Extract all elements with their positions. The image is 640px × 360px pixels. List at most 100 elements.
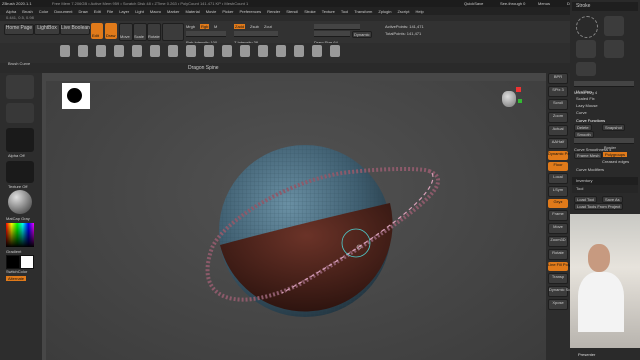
actual-button[interactable]: Actual [548,125,568,136]
delete-button[interactable]: Delete [574,124,592,131]
stroke-option-b-icon[interactable] [604,40,624,58]
secondary-color-swatch[interactable] [20,255,34,269]
menu-movie[interactable]: Movie [206,9,217,14]
stroke-option-a-icon[interactable] [576,40,596,58]
creased-edges-toggle[interactable]: Creased edges [602,159,629,164]
brush-claybuildup-icon[interactable] [78,45,88,57]
snapshot-button[interactable]: Snapshot [602,124,625,131]
lsym-button[interactable]: LSym [548,186,568,197]
border-button[interactable]: Border [604,145,616,150]
edit-button[interactable]: Edit [91,23,103,39]
frame-mesh-button[interactable]: Frame Mesh [574,152,603,159]
brush-clipcurve-icon[interactable] [312,45,322,57]
xpose-button[interactable]: Xpose [548,299,568,310]
brush-damstandard-icon[interactable] [96,45,106,57]
bpr-button[interactable]: BPR [548,73,568,84]
brush-trimdynamic-icon[interactable] [150,45,160,57]
menu-transform[interactable]: Transform [354,9,372,14]
dynamic-toggle[interactable]: Dynamic [352,31,372,38]
menu-brush[interactable]: Brush [22,9,32,14]
spix-button[interactable]: SPix 3 [548,86,568,97]
menu-layer[interactable]: Layer [119,9,129,14]
menu-tool[interactable]: Tool [341,9,348,14]
local-button[interactable]: Local [548,173,568,184]
curve-item[interactable]: Curve [576,110,587,115]
brush-snakehook-icon[interactable] [204,45,214,57]
brush-curvetube-icon[interactable] [240,45,250,57]
floor-button[interactable]: Floor [548,162,568,171]
curve-modifiers-section[interactable]: Curve Modifiers [576,167,604,172]
quicksave-button[interactable]: QuickSave [464,1,483,6]
curve-smoothness-slider[interactable]: Curve Smoothness 4 [574,138,634,152]
load-tool-button[interactable]: Load Tool [574,196,598,203]
zoom-button[interactable]: Zoom [548,112,568,123]
menu-render[interactable]: Render [267,9,280,14]
rotate-button[interactable]: Rotate [147,23,161,41]
alpha-thumbnail[interactable] [6,128,34,152]
menu-preferences[interactable]: Preferences [240,9,262,14]
zoom3d-button[interactable]: Zoom3D [548,236,568,247]
color-swatch-toolbar[interactable] [162,23,184,41]
draw-button[interactable]: Draw [105,23,117,39]
texture-thumbnail[interactable] [6,161,34,183]
lazy-mouse-item[interactable]: Lazy Mouse [576,103,598,108]
stroke-thumbnail[interactable] [6,103,34,123]
draw-size-slider[interactable]: Draw Size 64 [314,31,350,45]
menu-texture[interactable]: Texture [322,9,335,14]
persp-button[interactable]: Dynamic Persp [548,151,575,160]
scroll-button[interactable]: Scroll [548,99,568,110]
scale-button[interactable]: Scale [133,23,147,41]
move-view-button[interactable]: Move [548,223,568,234]
modifiers-section[interactable]: Modifiers [576,89,592,94]
color-picker[interactable] [6,223,34,247]
inventory-header[interactable]: Inventory [572,177,638,185]
mouse-avg-slider[interactable]: Mouse Avg 4 [574,81,634,95]
zadd-toggle[interactable]: Zadd [234,24,246,29]
zcut-toggle[interactable]: Zcut [264,24,272,29]
home-page-button[interactable]: Home Page [4,24,34,35]
brush-move-icon[interactable] [114,45,124,57]
menu-edit[interactable]: Edit [94,9,101,14]
brush-thumbnail[interactable] [6,75,34,99]
menu-stroke[interactable]: Stroke [304,9,316,14]
menus-toggle[interactable]: Menus [538,1,550,6]
menu-zscript[interactable]: Zscript [397,9,409,14]
stroke-panel-header[interactable]: Stroke [572,2,638,11]
stroke-type-icon[interactable] [576,16,598,38]
stroke-option-c-icon[interactable] [576,62,596,76]
gxyz-button[interactable]: Gxyz [548,199,568,208]
menu-draw[interactable]: Draw [78,9,87,14]
menu-zplugin[interactable]: Zplugin [378,9,391,14]
z-intensity-slider[interactable]: Z Intensity 38 [234,31,278,45]
stroke-preset-icon[interactable] [604,16,624,36]
menu-marker[interactable]: Marker [167,9,179,14]
menu-alpha[interactable]: Alpha [6,9,16,14]
menu-material[interactable]: Material [185,9,199,14]
aahalf-button[interactable]: AAHalf [548,138,568,149]
polygroups-toggle[interactable]: Polygroups [603,152,628,157]
brush-slicecurve-icon[interactable] [294,45,304,57]
rgb-toggle[interactable]: Rgb [200,24,210,29]
menu-macro[interactable]: Macro [150,9,161,14]
sphere-mesh[interactable] [219,145,393,317]
material-sphere[interactable] [8,190,32,214]
load-tools-from-project-button[interactable]: Load Tools From Project [574,203,624,210]
solo-button[interactable]: Dynamic Solo [548,286,574,297]
menu-picker[interactable]: Picker [222,9,233,14]
brush-imm-primitives-icon[interactable] [222,45,232,57]
tool-panel-header[interactable]: Tool [572,185,638,193]
curve-functions-header[interactable]: Curve Functions [576,118,605,123]
polyframe-button[interactable]: Line Fill PolyF [548,262,573,271]
brush-zmodeler-icon[interactable] [258,45,268,57]
menu-document[interactable]: Document [54,9,72,14]
focal-shift-slider[interactable]: Focal Shift 0 [314,24,360,38]
menu-light[interactable]: Light [135,9,144,14]
brush-pinch-icon[interactable] [186,45,196,57]
menu-stencil[interactable]: Stencil [286,9,298,14]
zsub-toggle[interactable]: Zsub [250,24,259,29]
frame-button[interactable]: Frame [548,210,568,221]
brush-selectrect-icon[interactable] [276,45,286,57]
brush-inflat-icon[interactable] [168,45,178,57]
brush-standard-icon[interactable] [60,45,70,57]
brush-dragonspine-icon[interactable] [330,45,340,57]
